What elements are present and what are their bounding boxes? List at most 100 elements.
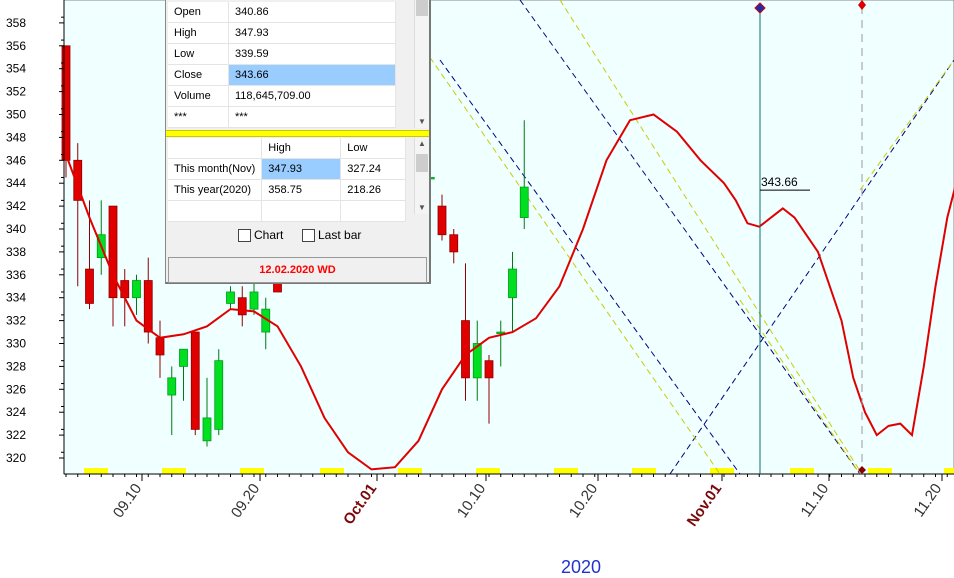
y-tick-label: 330	[6, 337, 26, 351]
candle-body	[226, 291, 235, 304]
candle-body	[519, 186, 529, 218]
weekend-marker	[632, 468, 656, 474]
weekend-marker	[320, 468, 344, 474]
weekend-marker	[398, 468, 422, 474]
ohlc-grid: Open 340.86 High 347.93 Low 339.59 Close 343…	[168, 2, 396, 128]
ohlc-row: High 347.93	[168, 22, 396, 44]
candle-body	[461, 320, 470, 379]
period-scrollbar[interactable]: ▲ ▼	[414, 138, 429, 214]
ohlc-value: ***	[228, 106, 396, 128]
y-tick-label: 322	[6, 428, 26, 442]
scroll-down-icon[interactable]: ▼	[415, 202, 429, 214]
info-panel[interactable]: Open 340.86 High 347.93 Low 339.59 Close 343…	[165, 0, 431, 284]
period-low: 327.24	[340, 158, 406, 180]
lastbar-checkbox[interactable]: Last bar	[302, 228, 361, 242]
weekend-marker	[162, 468, 186, 474]
ohlc-label: Close	[168, 64, 229, 86]
checkbox-box[interactable]	[302, 228, 315, 242]
ohlc-label: ***	[168, 106, 229, 128]
ohlc-row: Volume 118,645,709.00	[168, 85, 396, 107]
checkbox-box[interactable]	[238, 228, 251, 242]
candle-body	[508, 268, 517, 299]
ohlc-value: 118,645,709.00	[228, 85, 396, 107]
y-tick-label: 324	[6, 405, 26, 419]
checkbox-row: Chart Last bar	[166, 222, 429, 248]
weekend-marker	[790, 468, 814, 474]
ohlc-value: 347.93	[228, 22, 396, 44]
y-tick-label: 350	[6, 108, 26, 122]
weekend-marker	[710, 468, 734, 474]
price-chart[interactable]: 320 322 324 326 328 330 332 334 336 338 340 342 344 3…	[0, 0, 954, 578]
year-label: 2020	[561, 557, 601, 577]
y-tick-label: 336	[6, 268, 26, 282]
ohlc-value: 339.59	[228, 43, 396, 65]
candle-body	[237, 297, 247, 316]
candle-body	[155, 337, 165, 356]
ohlc-label: Low	[168, 43, 229, 65]
ohlc-value-selected[interactable]: 343.66	[228, 64, 396, 86]
candle-body	[484, 360, 494, 379]
weekend-marker	[868, 468, 892, 474]
ohlc-label: High	[168, 22, 229, 44]
weekend-marker	[84, 468, 108, 474]
candle-body	[437, 205, 447, 236]
weekend-marker	[944, 468, 954, 474]
ohlc-row: *** ***	[168, 106, 396, 128]
ohlc-value: 340.86	[228, 2, 396, 23]
ohlc-row: Open 340.86	[168, 2, 396, 23]
candle-body	[179, 348, 188, 367]
period-header-blank	[168, 138, 263, 159]
candle-body	[132, 280, 141, 299]
y-tick-label: 358	[6, 16, 26, 30]
close-annotation-label: 343.66	[761, 175, 798, 189]
y-tick-label: 346	[6, 153, 26, 167]
candle-body	[214, 360, 224, 430]
ohlc-label: Volume	[168, 85, 229, 107]
y-tick-label: 328	[6, 359, 26, 373]
period-label: This month(Nov)	[168, 158, 263, 180]
period-low: 218.26	[340, 179, 406, 201]
y-tick-label: 326	[6, 382, 26, 396]
y-tick-label: 342	[6, 199, 26, 213]
candle-body	[108, 205, 118, 299]
candle-body	[143, 280, 153, 333]
panel-splitter[interactable]	[166, 130, 429, 137]
ohlc-row: Low 339.59	[168, 43, 396, 65]
period-header-low: Low	[340, 138, 406, 159]
candle-body	[202, 417, 212, 442]
y-tick-label: 332	[6, 314, 26, 328]
y-tick-label: 338	[6, 245, 26, 259]
period-header-row: High Low	[168, 138, 406, 159]
candle-body	[85, 268, 94, 304]
period-row	[168, 200, 406, 222]
chart-checkbox[interactable]: Chart	[238, 228, 283, 242]
y-tick-label: 348	[6, 130, 26, 144]
y-tick-label: 320	[6, 451, 26, 465]
y-tick-label: 340	[6, 222, 26, 236]
period-label: This year(2020)	[168, 179, 263, 201]
y-tick-label: 356	[6, 39, 26, 53]
chart-checkbox-label: Chart	[254, 228, 284, 242]
period-row: This month(Nov) 347.93 327.24	[168, 158, 406, 180]
y-tick-label: 354	[6, 62, 26, 76]
scroll-thumb[interactable]	[416, 154, 428, 172]
period-row: This year(2020) 358.75 218.26	[168, 179, 406, 201]
ohlc-scrollbar[interactable]: ▼	[414, 0, 429, 128]
candle-body	[120, 280, 130, 299]
y-tick-label: 334	[6, 291, 26, 305]
status-date: 12.02.2020 WD	[168, 257, 427, 283]
y-tick-label: 344	[6, 176, 26, 190]
ohlc-label: Open	[168, 2, 229, 23]
period-high-selected[interactable]: 347.93	[261, 158, 342, 180]
candle-body	[249, 291, 259, 310]
ohlc-row: Close 343.66	[168, 64, 396, 86]
weekend-marker	[554, 468, 578, 474]
y-tick-label: 352	[6, 85, 26, 99]
scroll-up-icon[interactable]: ▲	[415, 138, 429, 150]
period-high: 358.75	[261, 179, 342, 201]
scroll-down-icon[interactable]: ▼	[415, 116, 429, 128]
scroll-thumb[interactable]	[416, 0, 428, 16]
weekend-marker	[476, 468, 500, 474]
candle-body	[167, 377, 177, 396]
candle-body	[449, 234, 459, 253]
